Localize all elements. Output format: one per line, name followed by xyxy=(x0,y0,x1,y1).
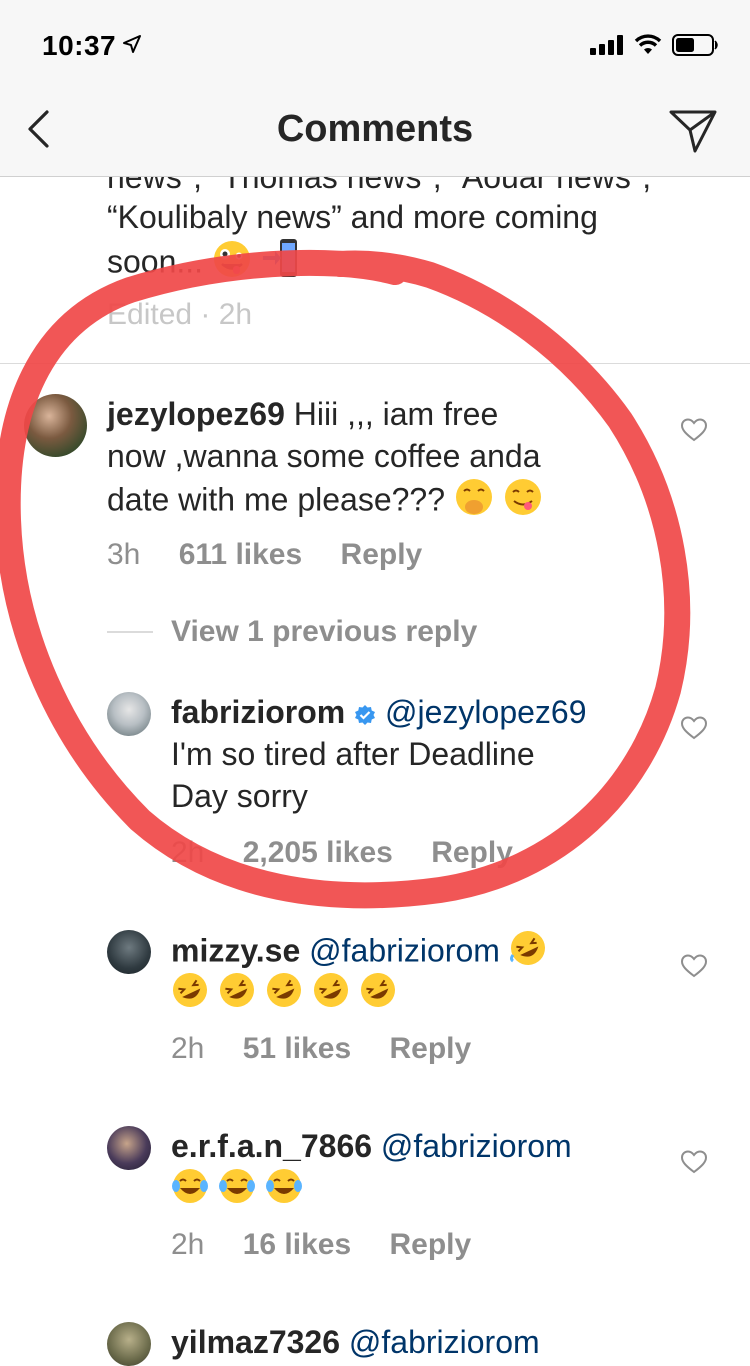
rofl-emoji xyxy=(218,971,256,1019)
reply-likes[interactable]: 16 likes xyxy=(243,1228,351,1261)
hand-over-mouth-emoji xyxy=(454,477,494,527)
reply-line-2: I'm so tired after Deadline xyxy=(171,736,535,772)
reply-likes[interactable]: 2,205 likes xyxy=(243,836,393,869)
avatar[interactable] xyxy=(107,930,151,974)
rofl-emoji xyxy=(509,929,547,977)
reply-line-1: yilmaz7326 @fabriziorom xyxy=(171,1321,540,1363)
reply-mention[interactable]: @fabriziorom xyxy=(349,1324,540,1360)
reply-line-1: e.r.f.a.n_7866 @fabriziorom xyxy=(171,1125,572,1167)
reply-time: 2h xyxy=(171,1032,205,1065)
reply-time: 2h xyxy=(171,836,205,869)
reply-emoji-row xyxy=(171,971,397,1019)
reply-mention[interactable]: @jezylopez69 xyxy=(385,694,586,730)
comments-list[interactable]: news", "Thomas news", "Aouar news", “Kou… xyxy=(0,0,750,1366)
reply-button[interactable]: Reply xyxy=(431,836,513,869)
comment-time: 3h xyxy=(107,538,141,571)
avatar[interactable] xyxy=(107,1322,151,1366)
caption-edited-time: Edited · 2h xyxy=(107,298,253,331)
savoring-face-emoji xyxy=(503,477,543,527)
reply-meta: 2h 51 likes Reply xyxy=(171,1032,501,1066)
tears-of-joy-emoji xyxy=(265,1167,303,1215)
comment-username[interactable]: jezylopez69 xyxy=(107,396,285,432)
mobile-arrow-emoji xyxy=(261,238,301,290)
reply-emoji-row xyxy=(171,1167,303,1215)
reply-line-1: fabriziorom @jezylopez69 xyxy=(171,691,587,736)
avatar[interactable] xyxy=(107,1126,151,1170)
reply-button[interactable]: Reply xyxy=(390,1032,472,1065)
page-title: Comments xyxy=(276,108,474,150)
nav-bar: Comments xyxy=(0,88,750,177)
rofl-emoji xyxy=(171,971,209,1019)
verified-badge-icon xyxy=(354,694,376,736)
view-replies-line xyxy=(107,631,153,633)
heart-icon[interactable] xyxy=(680,1150,708,1179)
reply-time: 2h xyxy=(171,1228,205,1261)
reply-mention[interactable]: @fabriziorom xyxy=(309,932,500,968)
view-previous-replies[interactable]: View 1 previous reply xyxy=(171,615,477,649)
location-arrow-icon xyxy=(122,34,142,59)
heart-icon[interactable] xyxy=(680,716,708,745)
reply-username[interactable]: yilmaz7326 xyxy=(171,1324,340,1360)
reply-username[interactable]: mizzy.se xyxy=(171,932,300,968)
comment-line-3: date with me please??? xyxy=(107,477,543,527)
wifi-icon xyxy=(634,33,662,60)
reply-meta: 2h 2,205 likes Reply xyxy=(171,836,543,870)
send-icon[interactable] xyxy=(668,108,718,159)
reply-line-3: Day sorry xyxy=(171,778,308,814)
caption-line-3: soon... xyxy=(107,238,301,290)
comment-text-1: Hiii ,,, iam free xyxy=(293,396,499,432)
reply-username[interactable]: fabriziorom xyxy=(171,694,345,730)
comment-line-1: jezylopez69 Hiii ,,, iam free xyxy=(107,393,498,435)
reply-meta: 2h 16 likes Reply xyxy=(171,1228,501,1262)
comment-line-2: now ,wanna some coffee anda xyxy=(107,438,541,474)
reply-line-1: mizzy.se @fabriziorom xyxy=(171,929,547,977)
avatar[interactable] xyxy=(107,692,151,736)
caption-line-2: “Koulibaly news” and more coming xyxy=(107,199,598,235)
status-bar: 10:37 xyxy=(0,0,750,88)
rofl-emoji xyxy=(265,971,303,1019)
signal-icon xyxy=(590,35,626,60)
reply-likes[interactable]: 51 likes xyxy=(243,1032,351,1065)
comment-likes[interactable]: 611 likes xyxy=(179,538,302,571)
divider xyxy=(0,363,750,364)
battery-icon xyxy=(672,33,720,62)
reply-button[interactable]: Reply xyxy=(390,1228,472,1261)
reply-button[interactable]: Reply xyxy=(341,538,423,571)
heart-icon[interactable] xyxy=(680,954,708,983)
comment-meta: 3h 611 likes Reply xyxy=(107,538,452,572)
reply-username[interactable]: e.r.f.a.n_7866 xyxy=(171,1128,372,1164)
reply-mention[interactable]: @fabriziorom xyxy=(381,1128,572,1164)
tears-of-joy-emoji xyxy=(218,1167,256,1215)
zany-face-emoji xyxy=(212,239,252,289)
tears-of-joy-emoji xyxy=(171,1167,209,1215)
comment-text-3: date with me please??? xyxy=(107,481,445,518)
heart-icon[interactable] xyxy=(680,418,708,447)
rofl-emoji xyxy=(359,971,397,1019)
avatar[interactable] xyxy=(24,394,87,457)
rofl-emoji xyxy=(312,971,350,1019)
status-time: 10:37 xyxy=(42,30,117,61)
